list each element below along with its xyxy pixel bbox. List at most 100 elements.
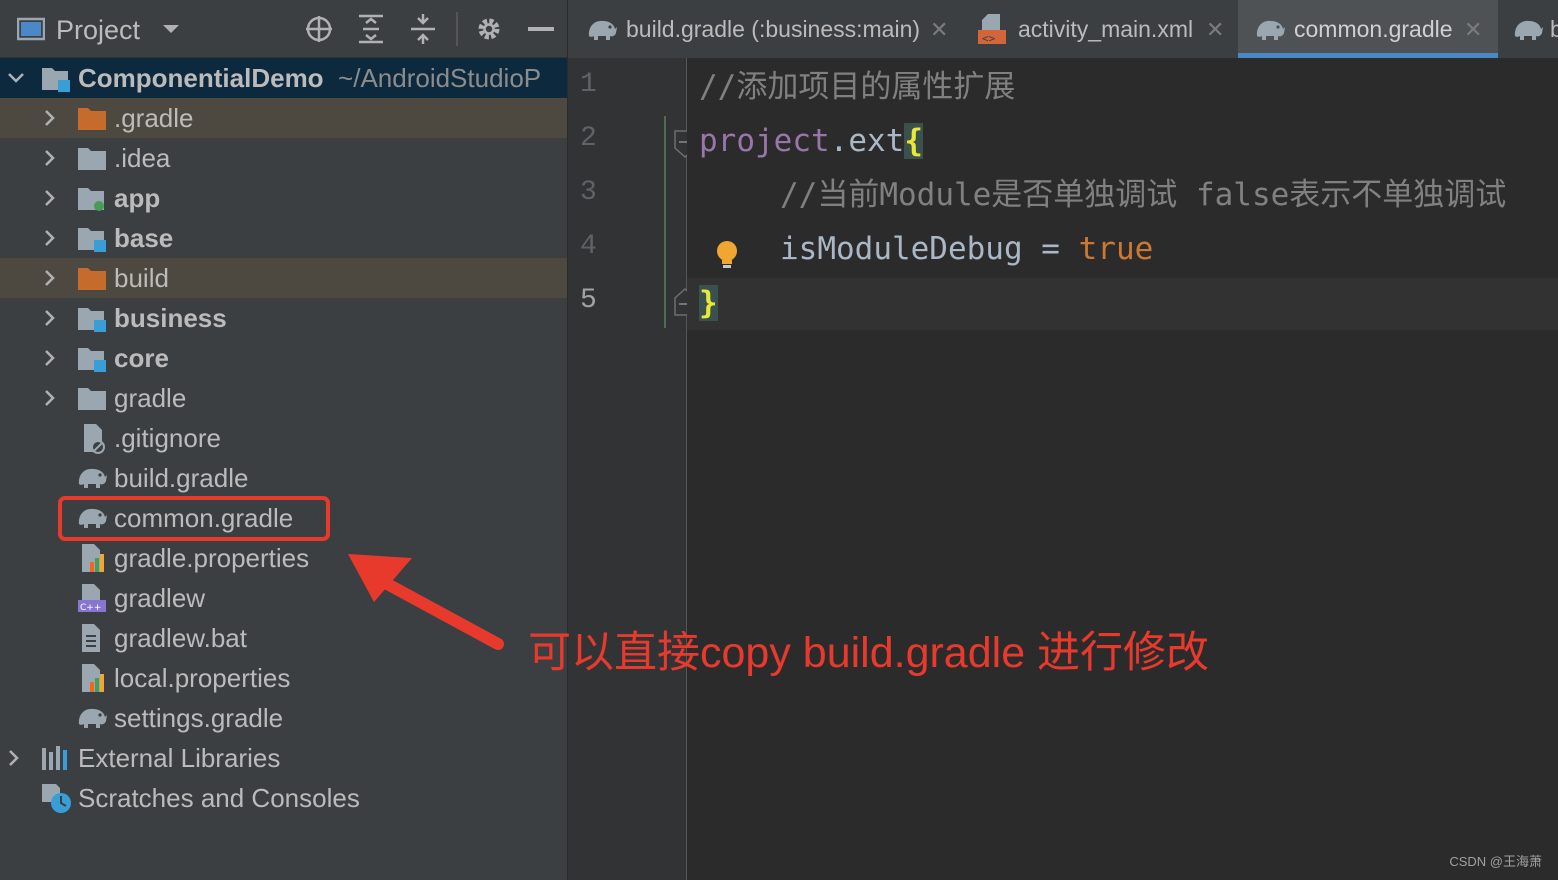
gitignore-file-icon (76, 422, 108, 454)
annotation-highlight-box (58, 496, 330, 541)
tree-item-label: build (114, 263, 169, 293)
chevron-right-icon[interactable] (40, 268, 60, 288)
tab-label: build.gradle (:business:main) (626, 16, 921, 42)
chevron-right-icon[interactable] (40, 308, 60, 328)
tree-item-label: gradlew.bat (114, 623, 247, 653)
code-line-1: //添加项目的属性扩展 (699, 69, 1016, 105)
code-editor[interactable]: //添加项目的属性扩展 project.ext{ //当前Module是否单独调… (687, 58, 1558, 880)
project-view-icon[interactable] (16, 14, 46, 44)
tab-label: common.gradle (1294, 16, 1453, 42)
chevron-right-icon[interactable] (4, 748, 24, 768)
tab-build-gradle-business[interactable]: build.gradle (:business:main) ✕ (568, 0, 968, 58)
tree-item-label: gradle (114, 383, 187, 413)
gradle-elephant-icon (76, 702, 108, 734)
scratches-icon (40, 782, 72, 814)
chevron-right-icon[interactable] (40, 108, 60, 128)
editor-tab-bar: build.gradle (:business:main) ✕ <> activ… (568, 0, 1558, 59)
line-number: 1 (580, 69, 597, 100)
code-line-5: } (699, 285, 718, 321)
line-number: 2 (580, 123, 597, 154)
locate-target-icon[interactable] (304, 14, 334, 44)
tree-item-scratches[interactable]: Scratches and Consoles (0, 778, 567, 818)
gear-icon[interactable] (474, 14, 504, 44)
code-line-3: //当前Module是否单独调试 false表示不单独调试 (780, 177, 1507, 213)
tree-item-external-libraries[interactable]: External Libraries (0, 738, 567, 778)
tree-item-label: business (114, 303, 227, 333)
tree-item-label: settings.gradle (114, 703, 284, 733)
tree-item-label: local.properties (114, 663, 291, 693)
tree-item-settings-gradle[interactable]: settings.gradle (0, 698, 567, 738)
tab-label: b (1550, 16, 1558, 43)
caret-row-highlight (687, 278, 1558, 330)
tree-item-build[interactable]: build (0, 258, 567, 298)
tree-item-business[interactable]: business (0, 298, 567, 338)
tree-item-idea[interactable]: .idea (0, 138, 567, 178)
toolbar-divider (456, 12, 458, 46)
tab-activity-main-xml[interactable]: <> activity_main.xml ✕ (978, 0, 1236, 58)
tab-common-gradle[interactable]: common.gradle ✕ (1238, 0, 1498, 58)
tree-item-label: .gradle (114, 103, 194, 133)
chevron-right-icon[interactable] (40, 348, 60, 368)
module-icon (40, 62, 72, 94)
tab-overflow[interactable]: b (1508, 0, 1558, 58)
tree-item-label: gradlew (114, 583, 206, 613)
tree-item-label: Scratches and Consoles (78, 783, 360, 813)
close-icon[interactable]: ✕ (930, 17, 948, 43)
watermark: CSDN @王海萧 (1449, 854, 1542, 869)
project-toolbar: Project (0, 0, 567, 58)
tree-item-label: gradle.properties (114, 543, 310, 573)
root-project-name: ComponentialDemo ~/AndroidStudioP (78, 63, 542, 93)
tree-item-app[interactable]: app (0, 178, 567, 218)
module-icon (76, 342, 108, 374)
folder-excluded-icon (76, 102, 108, 134)
line-number: 5 (580, 285, 597, 316)
annotation-arrow (348, 554, 504, 650)
xml-layout-icon: <> (978, 14, 1008, 51)
script-file-icon: C++ (76, 582, 108, 614)
tree-root-row[interactable]: ComponentialDemo ~/AndroidStudioP (0, 58, 567, 98)
tree-item-label: .idea (114, 143, 171, 173)
line-number: 4 (580, 231, 597, 262)
tree-item-gitignore[interactable]: .gitignore (0, 418, 567, 458)
vcs-change-marker[interactable] (664, 116, 666, 328)
chevron-right-icon[interactable] (40, 148, 60, 168)
dropdown-arrow-icon[interactable] (156, 14, 186, 44)
tree-item-base[interactable]: base (0, 218, 567, 258)
tab-label: activity_main.xml (1018, 16, 1194, 42)
project-title[interactable]: Project (56, 14, 140, 46)
tree-item-label: core (114, 343, 169, 373)
gradle-elephant-icon (1512, 14, 1544, 47)
collapse-all-icon[interactable] (408, 14, 438, 44)
tree-item-gradle[interactable]: .gradle (0, 98, 567, 138)
chevron-down-icon[interactable] (6, 68, 26, 88)
gradle-elephant-icon (76, 462, 108, 494)
tree-item-gradle[interactable]: gradle (0, 378, 567, 418)
chevron-right-icon[interactable] (40, 388, 60, 408)
code-line-4: isModuleDebug = true (780, 231, 1154, 267)
tree-item-label: build.gradle (114, 463, 249, 493)
tree-item-local-properties[interactable]: local.properties (0, 658, 567, 698)
hide-icon[interactable] (526, 14, 556, 44)
lightbulb-icon[interactable] (715, 240, 739, 277)
tree-item-core[interactable]: core (0, 338, 567, 378)
tree-item-label: base (114, 223, 174, 253)
module-icon (76, 302, 108, 334)
gradle-elephant-icon (1254, 14, 1286, 47)
chevron-right-icon[interactable] (40, 228, 60, 248)
annotation-text: 可以直接copy build.gradle 进行修改 (528, 629, 1210, 677)
svg-text:C++: C++ (80, 603, 101, 613)
close-icon[interactable]: ✕ (1206, 17, 1224, 43)
tree-item-label: External Libraries (78, 743, 281, 773)
library-icon (40, 742, 72, 774)
project-tool-window: Project ComponentialDemo ~/AndroidStudio… (0, 0, 568, 880)
close-icon[interactable]: ✕ (1464, 17, 1482, 43)
expand-all-icon[interactable] (356, 14, 386, 44)
tree-item-build-gradle[interactable]: build.gradle (0, 458, 567, 498)
chevron-right-icon[interactable] (40, 188, 60, 208)
module-icon (76, 222, 108, 254)
line-number: 3 (580, 177, 597, 208)
svg-text:<>: <> (982, 32, 996, 45)
text-file-icon (76, 622, 108, 654)
tree-item-label: .gitignore (114, 423, 221, 453)
folder-icon (76, 142, 108, 174)
